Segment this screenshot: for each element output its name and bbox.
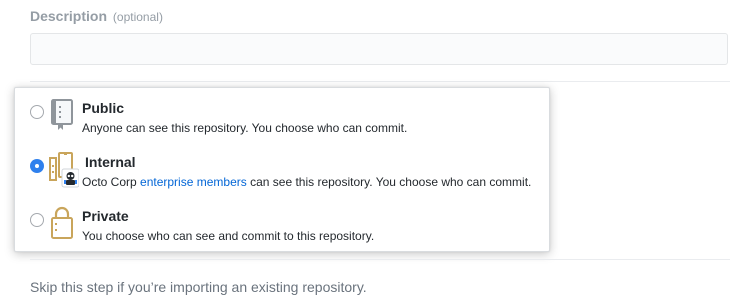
repo-book-icon bbox=[49, 98, 75, 134]
visibility-option-title: Private bbox=[82, 208, 129, 224]
visibility-option-internal[interactable]: Internal Octo Corp enterprise members ca… bbox=[15, 152, 551, 202]
radio-internal[interactable] bbox=[30, 159, 44, 173]
skip-note: Skip this step if you’re importing an ex… bbox=[30, 279, 367, 295]
internal-description-suffix: can see this repository. You choose who … bbox=[250, 175, 532, 189]
visibility-option-description: You choose who can see and commit to thi… bbox=[82, 229, 375, 243]
radio-public[interactable] bbox=[30, 105, 44, 119]
visibility-option-title: Internal bbox=[85, 154, 136, 170]
visibility-options-card: Public Anyone can see this repository. Y… bbox=[14, 87, 550, 252]
radio-private[interactable] bbox=[30, 213, 44, 227]
optional-hint: (optional) bbox=[112, 10, 163, 24]
visibility-option-description: Anyone can see this repository. You choo… bbox=[82, 121, 408, 135]
visibility-option-private[interactable]: Private You choose who can see and commi… bbox=[15, 206, 551, 256]
description-label-text: Description bbox=[30, 8, 108, 24]
section-divider-bottom bbox=[30, 259, 730, 260]
visibility-option-title: Public bbox=[82, 100, 125, 116]
visibility-option-public[interactable]: Public Anyone can see this repository. Y… bbox=[15, 98, 551, 148]
description-label: Description (optional) bbox=[30, 8, 163, 24]
new-repository-form: Description (optional) Public Anyone can… bbox=[0, 0, 750, 302]
section-divider-top bbox=[30, 81, 730, 82]
enterprise-members-link[interactable]: enterprise members bbox=[140, 175, 247, 189]
internal-repo-icon bbox=[49, 152, 80, 188]
lock-icon bbox=[49, 206, 75, 242]
visibility-option-description: Octo Corp enterprise members can see thi… bbox=[82, 175, 531, 189]
org-name: Octo Corp bbox=[82, 175, 137, 189]
description-input[interactable] bbox=[30, 33, 728, 65]
